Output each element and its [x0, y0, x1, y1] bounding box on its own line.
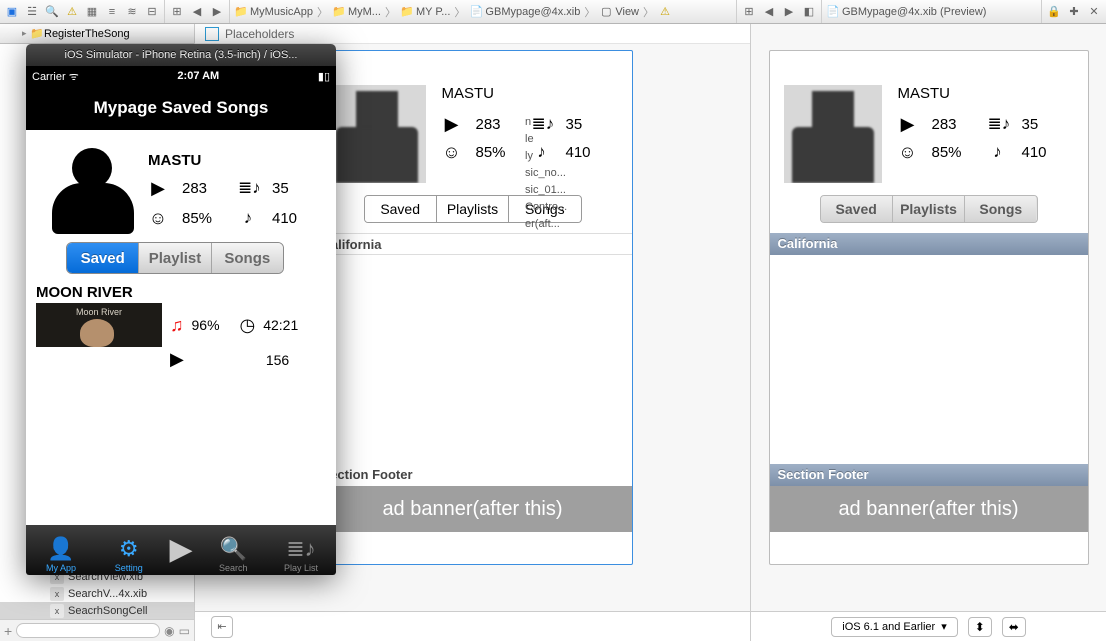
- avatar-image: [50, 148, 136, 234]
- list-icon: ≣♪: [988, 114, 1008, 134]
- play-count: 283: [476, 116, 518, 133]
- nav-header: RegisterTheSong: [44, 28, 130, 40]
- smile-pct: 85%: [476, 144, 518, 161]
- username-label: MASTU: [442, 85, 618, 102]
- note-icon: ♪: [238, 208, 258, 228]
- breadcrumb-center[interactable]: 📁MyMusicApp〉 📁MyM...〉 📁MY P...〉 📄GBMypag…: [230, 0, 737, 23]
- list-icon: ≣♪: [238, 178, 258, 198]
- segmented-control[interactable]: Saved Playlist Songs: [66, 242, 284, 274]
- ios-simulator-window[interactable]: iOS Simulator - iPhone Retina (3.5-inch)…: [26, 44, 336, 575]
- ad-banner: ad banner(after this): [770, 486, 1088, 532]
- tb-nav-selector[interactable]: ▣ ☱ 🔍 ⚠ ▦ ≡ ≋ ⊟: [0, 0, 165, 23]
- section-footer: Section Footer: [314, 464, 632, 486]
- sim-titlebar[interactable]: iOS Simulator - iPhone Retina (3.5-inch)…: [26, 44, 336, 66]
- xcode-toolbar: ▣ ☱ 🔍 ⚠ ▦ ≡ ≋ ⊟ ⊞ ◀ ▶ 📁MyMusicApp〉 📁MyM.…: [0, 0, 1106, 24]
- section-footer: Section Footer: [770, 464, 1088, 486]
- smile-icon: ☺: [898, 142, 918, 163]
- breadcrumb-right[interactable]: 📄GBMypage@4x.xib (Preview): [822, 0, 1042, 23]
- ib-device-frame[interactable]: MASTU ▶ 283 ≣♪ 35 ☺ 85% ♪ 410: [313, 50, 633, 565]
- play-icon: ▶: [170, 349, 184, 370]
- song-row[interactable]: MOON RIVER Moon River ♫ 96% ◷ 42:21 ▶ 15…: [26, 284, 336, 370]
- clock: 2:07 AM: [177, 70, 219, 82]
- tab-my-app[interactable]: 👤My App: [34, 536, 88, 575]
- smile-icon: ☺: [442, 142, 462, 163]
- segmented-control[interactable]: Saved Playlists Songs: [820, 195, 1038, 223]
- sim-navbar: Mypage Saved Songs: [26, 86, 336, 130]
- orientation-landscape-button[interactable]: ⬌: [1002, 617, 1026, 637]
- avatar-image: [328, 85, 426, 183]
- play-icon: ▶: [898, 114, 918, 135]
- add-icon: ✚: [1066, 4, 1082, 20]
- ad-banner: ad banner(after this): [314, 486, 632, 532]
- zoom-button[interactable]: ⇤: [211, 616, 233, 638]
- nav-filter-bar[interactable]: + ◉ ▭: [0, 619, 194, 641]
- username-label: MASTU: [898, 85, 1074, 102]
- sim-tabbar[interactable]: 👤My App ⚙Setting ▶ 🔍Search ≣♪Play List: [26, 525, 336, 575]
- song-thumbnail: Moon River: [36, 303, 162, 347]
- filter-input[interactable]: [16, 623, 160, 638]
- right-ctl[interactable]: 🔒 ✚ ✕: [1042, 0, 1106, 23]
- orientation-portrait-button[interactable]: ⬍: [968, 617, 992, 637]
- bg-file-fragments: n le ly sic_no... sic_01... Contro... er…: [525, 114, 567, 233]
- tab-play[interactable]: ▶: [169, 532, 192, 575]
- playlist-count: 35: [566, 116, 583, 133]
- note-icon: ♪: [988, 142, 1008, 162]
- close-icon: ✕: [1086, 4, 1102, 20]
- tab-setting[interactable]: ⚙Setting: [102, 536, 156, 575]
- preview-col: MASTU ▶ 283 ≣♪ 35 ☺ 85% ♪ 410: [751, 24, 1106, 641]
- section-header: California: [314, 233, 632, 255]
- ib-outline-header: Placeholders: [195, 24, 750, 44]
- play-icon: ▶: [442, 114, 462, 135]
- note-count: 410: [566, 144, 591, 161]
- lock-icon: 🔒: [1046, 4, 1062, 20]
- jump-bar-left[interactable]: ⊞ ◀ ▶: [165, 0, 230, 23]
- folder-icon: 📁: [30, 27, 44, 41]
- play-icon: ▶: [148, 178, 168, 199]
- wifi-icon: ᯤ: [69, 71, 79, 83]
- smile-icon: ☺: [148, 208, 168, 229]
- preview-device-frame: MASTU ▶ 283 ≣♪ 35 ☺ 85% ♪ 410: [769, 50, 1089, 565]
- clock-icon: ◷: [240, 315, 256, 336]
- tab-search[interactable]: 🔍Search: [206, 536, 260, 575]
- file-xib-icon: x: [50, 587, 64, 601]
- jump-bar-right-nav[interactable]: ⊞ ◀ ▶ ◧: [737, 0, 822, 23]
- tab-playlist[interactable]: ≣♪Play List: [274, 536, 328, 575]
- sim-statusbar: Carrier ᯤ 2:07 AM ▮▯: [26, 66, 336, 86]
- avatar-image: [784, 85, 882, 183]
- music-icon: ♫: [170, 315, 184, 336]
- cube-icon: [205, 27, 219, 41]
- section-header: California: [770, 233, 1088, 255]
- ios-version-selector[interactable]: iOS 6.1 and Earlier▾: [831, 617, 957, 637]
- file-xib-icon: x: [50, 604, 64, 618]
- battery-icon: ▮▯: [318, 70, 330, 83]
